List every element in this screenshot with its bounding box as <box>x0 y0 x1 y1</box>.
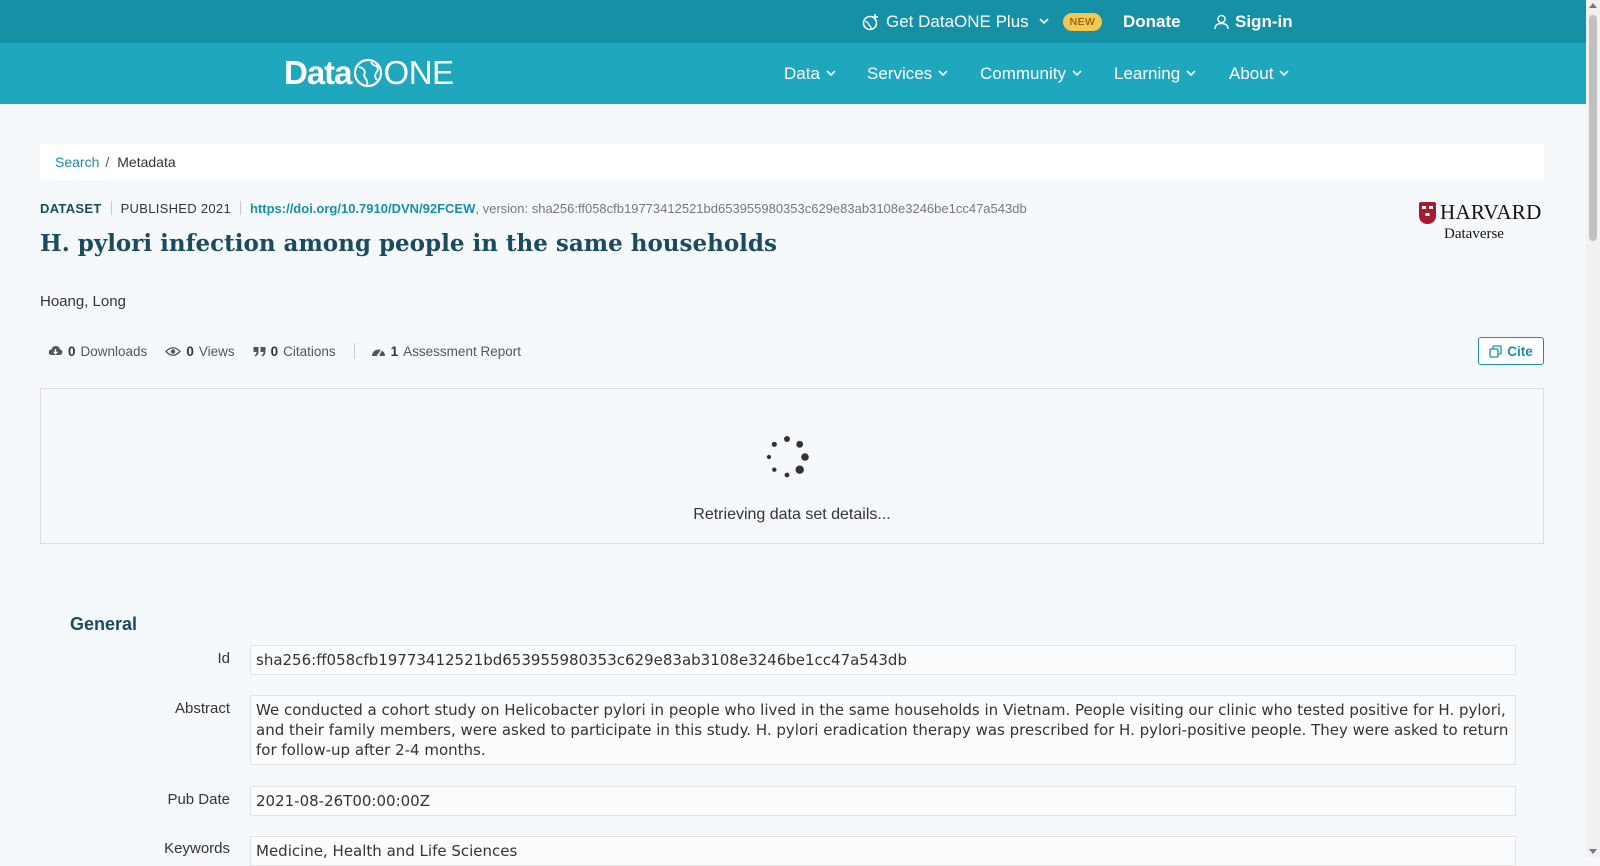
user-icon <box>1214 14 1229 30</box>
main-navbar: Data ONE Data Services Community Learnin… <box>0 43 1586 104</box>
logo-one-text: ONE <box>383 54 455 91</box>
doi-link[interactable]: https://doi.org/10.7910/DVN/92FCEW <box>250 201 475 216</box>
nav-services-label: Services <box>867 63 933 83</box>
globe-logo-icon <box>353 58 383 88</box>
scroll-down-arrow-icon[interactable] <box>1589 849 1597 854</box>
nav-about[interactable]: About <box>1229 43 1290 104</box>
meta-divider <box>110 201 112 215</box>
dataset-author[interactable]: Hoang, Long <box>40 293 126 310</box>
cloud-download-icon <box>48 345 63 357</box>
scrollbar-thumb[interactable] <box>1589 15 1597 241</box>
nav-community-label: Community <box>980 63 1066 83</box>
dataset-title: H. pylori infection among people in the … <box>40 230 777 257</box>
globe-plus-icon <box>862 13 880 31</box>
nav-learning[interactable]: Learning <box>1114 43 1196 104</box>
nav-services[interactable]: Services <box>867 43 948 104</box>
chevron-down-icon <box>1072 70 1082 77</box>
dataverse-name: Dataverse <box>1444 226 1504 242</box>
meta-divider <box>239 201 241 215</box>
cite-label: Cite <box>1507 343 1533 359</box>
chevron-down-icon <box>938 70 948 77</box>
field-label-abstract: Abstract <box>174 700 230 717</box>
field-value-id: sha256:ff058cfb19773412521bd653955980353… <box>250 645 1516 675</box>
page-scrollbar[interactable] <box>1586 0 1600 857</box>
cite-button[interactable]: Cite <box>1478 337 1544 365</box>
logo-data-text: Data <box>284 54 353 91</box>
citations-stat: 0 Citations <box>253 344 336 359</box>
views-label: Views <box>198 343 235 359</box>
new-badge: NEW <box>1062 12 1103 31</box>
nav-learning-label: Learning <box>1114 63 1181 83</box>
nav-data[interactable]: Data <box>784 43 836 104</box>
dataset-stats: 0 Downloads 0 Views 0 Citations 1 Assess… <box>48 341 539 361</box>
harvard-dataverse-logo[interactable]: HARVARD Dataverse <box>1419 200 1545 246</box>
field-label-id: Id <box>217 650 230 667</box>
field-label-keywords: Keywords <box>164 840 230 857</box>
breadcrumb-current: Metadata <box>117 154 176 170</box>
views-count: 0 <box>186 343 194 359</box>
breadcrumb-separator: / <box>105 154 110 170</box>
dataset-loading-panel: Retrieving data set details... <box>40 388 1544 544</box>
sign-in-link[interactable]: Sign-in <box>1214 0 1293 43</box>
citations-count: 0 <box>270 343 279 359</box>
field-value-pub-date: 2021-08-26T00:00:00Z <box>250 786 1516 816</box>
quote-icon <box>253 346 266 357</box>
harvard-name: HARVARD <box>1440 200 1542 224</box>
downloads-label: Downloads <box>80 343 148 359</box>
field-value-abstract: We conducted a cohort study on Helicobac… <box>250 695 1516 765</box>
general-section-title: General <box>70 614 138 634</box>
sign-in-label: Sign-in <box>1235 11 1293 31</box>
breadcrumb-search-link[interactable]: Search <box>55 154 99 170</box>
dataone-logo[interactable]: Data ONE <box>284 53 454 93</box>
dataset-type-label: DATASET <box>40 200 102 216</box>
donate-link[interactable]: Donate <box>1123 0 1181 43</box>
chevron-down-icon <box>1039 18 1049 25</box>
views-stat: 0 Views <box>165 343 235 359</box>
nav-community[interactable]: Community <box>980 43 1082 104</box>
version-text: , version: sha256:ff058cfb19773412521bd6… <box>475 200 1027 216</box>
stats-divider <box>353 343 355 359</box>
loading-text: Retrieving data set details... <box>693 506 891 523</box>
chevron-down-icon <box>1186 70 1196 77</box>
harvard-shield-icon <box>1419 202 1436 224</box>
downloads-stat: 0 Downloads <box>48 344 147 359</box>
copy-icon <box>1489 344 1502 358</box>
nav-about-label: About <box>1229 63 1274 83</box>
breadcrumb: Search / Metadata <box>40 144 1544 180</box>
assessment-count: 1 <box>390 343 399 359</box>
dataset-meta-line: DATASET PUBLISHED 2021 https://doi.org/1… <box>40 199 1027 217</box>
get-dataone-plus-menu[interactable]: Get DataONE Plus NEW <box>862 0 1103 43</box>
downloads-count: 0 <box>68 343 76 359</box>
published-label: PUBLISHED 2021 <box>120 200 231 216</box>
assessment-label: Assessment Report <box>403 343 521 359</box>
assessment-stat[interactable]: 1 Assessment Report <box>371 344 521 359</box>
get-dataone-plus-label: Get DataONE Plus <box>886 11 1029 31</box>
loading-spinner-icon <box>763 433 811 481</box>
chevron-down-icon <box>826 70 836 77</box>
field-label-pub-date: Pub Date <box>167 791 230 808</box>
top-utility-bar: Get DataONE Plus NEW Donate Sign-in <box>0 0 1586 43</box>
field-value-keywords: Medicine, Health and Life Sciences <box>250 836 1516 866</box>
scroll-up-arrow-icon[interactable] <box>1589 3 1597 8</box>
dashboard-gauge-icon <box>371 345 386 358</box>
citations-label: Citations <box>283 343 336 359</box>
eye-icon <box>165 346 182 357</box>
chevron-down-icon <box>1279 70 1290 77</box>
nav-data-label: Data <box>784 63 820 83</box>
